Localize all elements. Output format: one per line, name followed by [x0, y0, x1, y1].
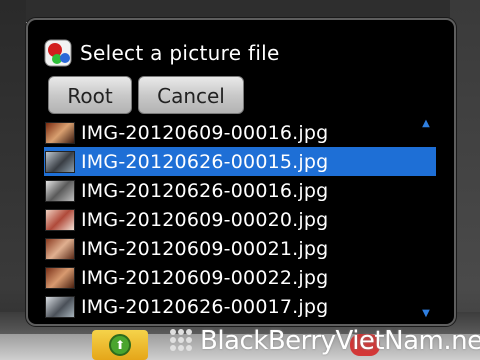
file-list-item[interactable]: IMG-20120626-00017.jpg	[44, 292, 436, 321]
image-thumbnail	[45, 237, 75, 260]
image-thumbnail	[45, 295, 75, 318]
file-list-item-selected[interactable]: IMG-20120626-00015.jpg	[44, 147, 436, 176]
image-thumbnail	[45, 150, 75, 173]
file-list-item[interactable]: IMG-20120609-00021.jpg	[44, 234, 436, 263]
watermark: BlackBerryVietNam.net	[170, 326, 480, 356]
file-picker-dialog: Select a picture file Root Cancel ▲ IMG-…	[26, 18, 456, 326]
cancel-button[interactable]: Cancel	[138, 76, 244, 114]
background-left	[0, 0, 26, 360]
watermark-text: BlackBerryVietNam.net	[200, 326, 480, 356]
file-list-item[interactable]: IMG-20120626-00016.jpg	[44, 176, 436, 205]
root-button[interactable]: Root	[48, 76, 132, 114]
app-shortcut-icon[interactable]: ⬆	[92, 330, 148, 360]
file-name: IMG-20120626-00015.jpg	[81, 150, 329, 173]
file-name: IMG-20120609-00016.jpg	[81, 121, 329, 144]
file-list-item[interactable]: IMG-20120609-00022.jpg	[44, 263, 436, 292]
dialog-header: Select a picture file	[44, 38, 280, 68]
file-list-item[interactable]: IMG-20120609-00016.jpg	[44, 118, 436, 147]
upload-arrow-icon: ⬆	[109, 334, 131, 356]
image-thumbnail	[45, 266, 75, 289]
image-thumbnail	[45, 121, 75, 144]
dialog-title: Select a picture file	[80, 41, 280, 65]
picture-picker-icon	[44, 39, 72, 67]
file-name: IMG-20120609-00020.jpg	[81, 208, 329, 231]
file-name: IMG-20120609-00022.jpg	[81, 266, 329, 289]
image-thumbnail	[45, 179, 75, 202]
blackberry-logo-icon	[170, 329, 194, 353]
scroll-down-icon[interactable]: ▼	[420, 309, 432, 319]
file-name: IMG-20120626-00017.jpg	[81, 295, 329, 318]
image-thumbnail	[45, 208, 75, 231]
file-list: IMG-20120609-00016.jpg IMG-20120626-0001…	[44, 118, 436, 324]
file-list-item[interactable]: IMG-20120609-00020.jpg	[44, 205, 436, 234]
file-name: IMG-20120609-00021.jpg	[81, 237, 329, 260]
file-name: IMG-20120626-00016.jpg	[81, 179, 329, 202]
